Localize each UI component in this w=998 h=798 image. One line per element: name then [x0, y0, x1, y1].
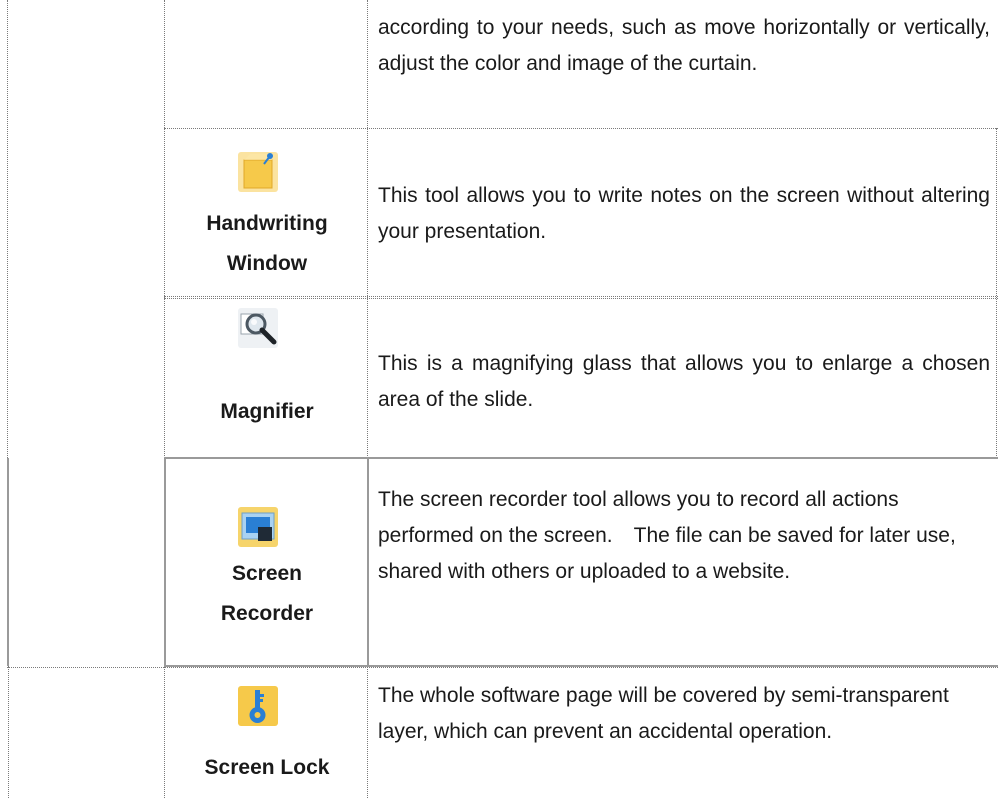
- table-border: [8, 666, 9, 798]
- table-border: [164, 296, 998, 297]
- tool-description-screen-recorder: The screen recorder tool allows you to r…: [378, 488, 956, 583]
- tool-description-magnifier: This is a magnifying glass that allows y…: [378, 352, 990, 411]
- sticky-note-pin-icon: [236, 150, 280, 194]
- tool-name-magnifier: Magnifier: [220, 400, 314, 423]
- magnifier-icon: [236, 306, 280, 350]
- tool-description-screen-lock: The whole software page will be covered …: [378, 684, 949, 743]
- tool-name-handwriting-line2: Window: [226, 252, 308, 275]
- table-border: [7, 667, 998, 668]
- table-border: [164, 666, 165, 798]
- table-border: [7, 0, 8, 458]
- table-border: [367, 0, 368, 458]
- tool-name-screen-lock: Screen Lock: [204, 756, 330, 779]
- table-border: [7, 458, 9, 666]
- tool-description-handwriting: This tool allows you to write notes on t…: [378, 184, 990, 243]
- table-border: [367, 666, 368, 798]
- table-border: [164, 458, 166, 666]
- table-border: [164, 128, 998, 129]
- table-border: [996, 128, 997, 458]
- table-border: [164, 298, 998, 299]
- document-page: according to your needs, such as move ho…: [0, 0, 998, 798]
- screen-recorder-icon: [236, 505, 280, 549]
- intro-text: according to your needs, such as move ho…: [378, 16, 990, 75]
- key-lock-icon: [236, 684, 280, 728]
- table-border: [164, 457, 998, 459]
- tool-name-handwriting-line1: Handwriting: [206, 212, 328, 235]
- tool-name-screen-recorder-line1: Screen: [231, 562, 303, 585]
- tool-name-screen-recorder-line2: Recorder: [220, 602, 314, 625]
- table-border: [367, 458, 369, 666]
- table-border: [164, 0, 165, 458]
